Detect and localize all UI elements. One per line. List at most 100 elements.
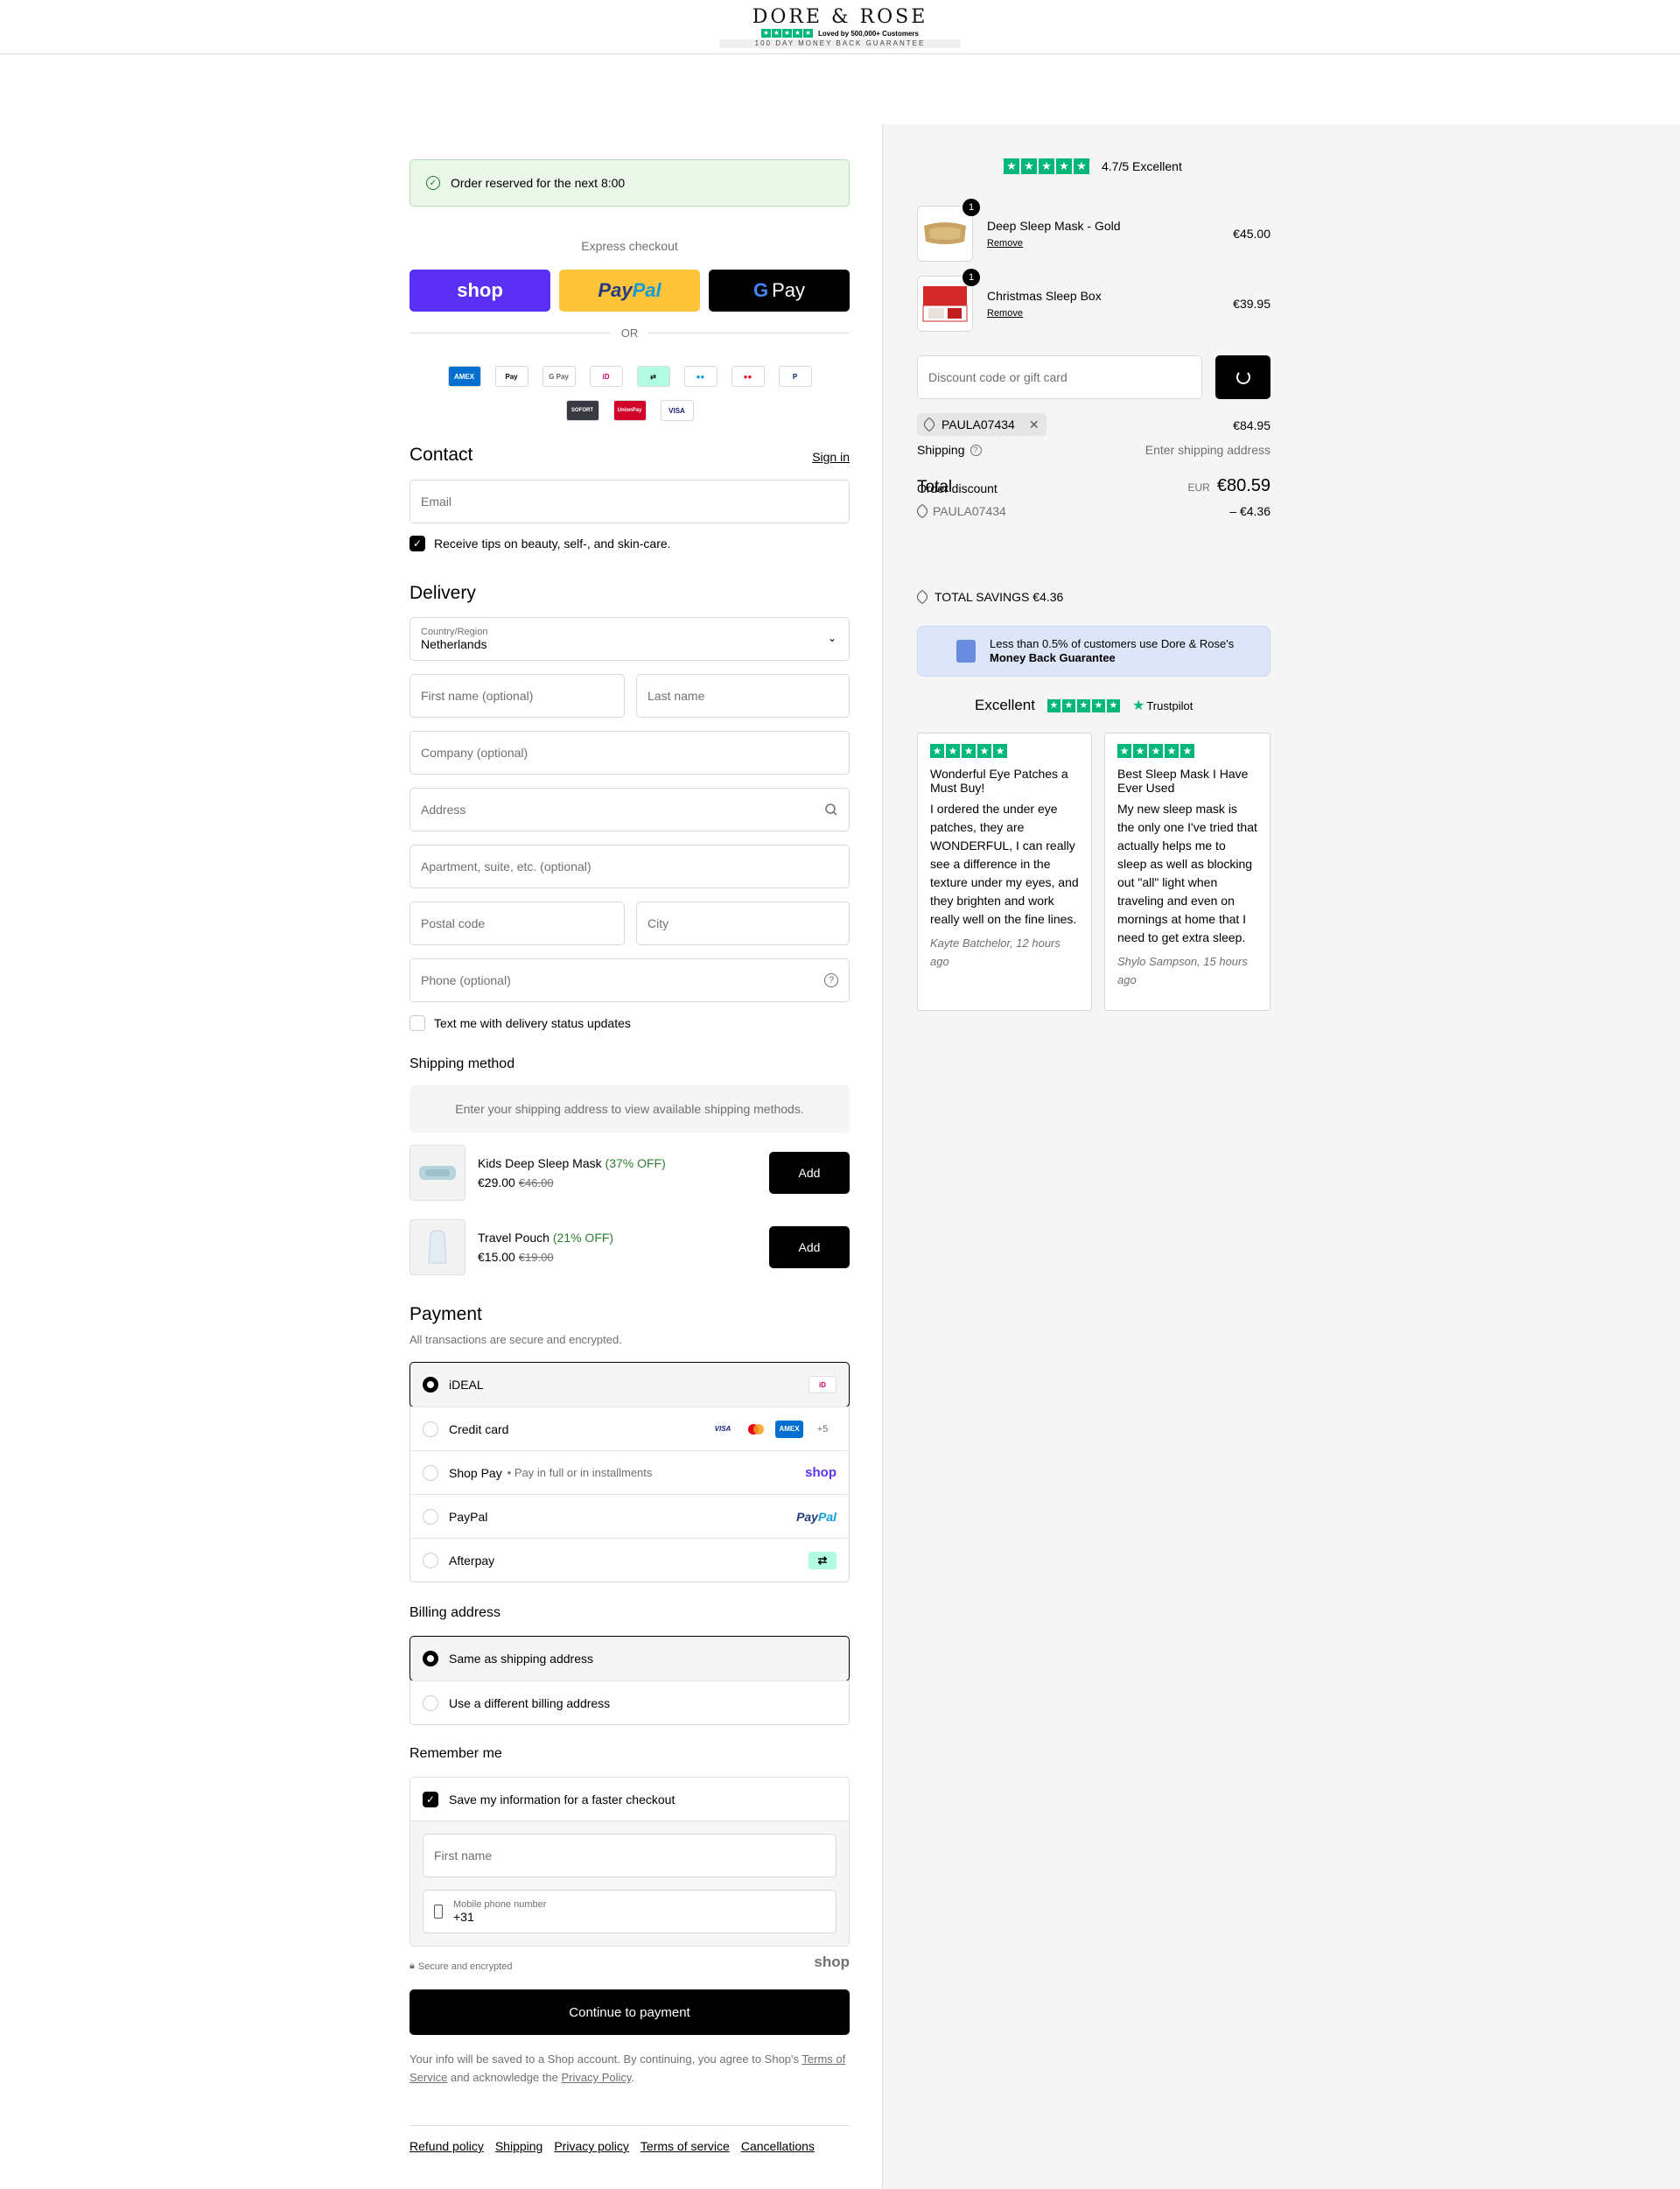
- cart-item-price: €39.95: [1233, 297, 1270, 311]
- review-body: I ordered the under eye patches, they ar…: [930, 802, 1079, 926]
- footer-links: Refund policy Shipping Privacy policy Te…: [410, 2139, 815, 2153]
- first-name-field[interactable]: First name (optional): [410, 674, 625, 718]
- radio-unselected[interactable]: [423, 1464, 438, 1481]
- trustpilot-stars: ★ ★ ★ ★ ★: [1046, 698, 1120, 712]
- apple-pay-icon: Pay: [494, 366, 528, 387]
- paypal-button[interactable]: Pay Pal: [559, 270, 700, 312]
- last-name-field[interactable]: Last name: [636, 674, 850, 718]
- company-field[interactable]: Company (optional): [410, 731, 850, 775]
- radio-selected[interactable]: [423, 1377, 438, 1393]
- google-icon: G: [752, 279, 769, 301]
- city-field[interactable]: City: [636, 902, 850, 945]
- billing-address-title: Billing address: [410, 1605, 501, 1620]
- help-icon[interactable]: ?: [970, 444, 982, 456]
- review-author: Kayte Batchelor, 12 hours ago: [930, 937, 1060, 968]
- upsell-price: €29.00: [478, 1175, 515, 1189]
- shopping-bag-icon: [956, 640, 976, 663]
- reservation-text: Order reserved for the next 8:00: [451, 176, 626, 190]
- add-upsell-button[interactable]: Add: [769, 1226, 850, 1268]
- payment-subtitle: All transactions are secure and encrypte…: [410, 1333, 622, 1346]
- address-field[interactable]: Address: [410, 788, 850, 831]
- cancellations-link[interactable]: Cancellations: [741, 2139, 815, 2153]
- google-pay-button[interactable]: G Pay: [709, 270, 850, 312]
- payment-title: Payment: [410, 1304, 482, 1324]
- secure-note: 🔒︎ Secure and encrypted: [410, 1961, 513, 1972]
- sms-opt-in[interactable]: Text me with delivery status updates: [410, 1015, 631, 1031]
- review-title: Best Sleep Mask I Have Ever Used: [1117, 767, 1249, 795]
- afterpay-icon: ⇄: [808, 1551, 836, 1569]
- save-info-option[interactable]: ✓ Save my information for a faster check…: [410, 1778, 849, 1821]
- shop-pay-button[interactable]: shop: [410, 270, 550, 312]
- checkbox-checked[interactable]: ✓: [423, 1791, 438, 1807]
- billing-different-option[interactable]: Use a different billing address: [410, 1680, 849, 1724]
- discount-code-line: PAULA07434: [914, 503, 1006, 519]
- radio-unselected[interactable]: [423, 1552, 438, 1568]
- checkbox-checked[interactable]: ✓: [410, 536, 425, 551]
- subtotal-value: €84.95: [1233, 418, 1270, 432]
- payment-option-shop-pay[interactable]: Shop Pay • Pay in full or in installment…: [410, 1450, 849, 1494]
- footer-divider: [410, 2125, 850, 2126]
- apply-discount-button[interactable]: [1215, 355, 1270, 399]
- add-upsell-button[interactable]: Add: [769, 1152, 850, 1194]
- delivery-title: Delivery: [410, 583, 476, 603]
- email-field[interactable]: Email: [410, 480, 850, 523]
- upsell-item: Travel Pouch (21% OFF) €15.00 €19.00 Add: [410, 1219, 850, 1275]
- terms-of-service-footer-link[interactable]: Terms of service: [640, 2139, 730, 2153]
- or-divider: OR: [410, 326, 850, 340]
- phone-field[interactable]: Phone (optional) ?: [410, 958, 850, 1002]
- rating-text: 4.7/5 Excellent: [1102, 159, 1182, 173]
- remove-item-link[interactable]: Remove: [987, 308, 1233, 319]
- brand-logo[interactable]: DORE & ROSE ★ ★ ★ ★ ★ Loved by 500,000+ Cust…: [719, 7, 961, 48]
- billing-same-option[interactable]: Same as shipping address: [410, 1636, 850, 1681]
- marketing-opt-in[interactable]: ✓ Receive tips on beauty, self-, and ski…: [410, 536, 671, 551]
- sign-in-link[interactable]: Sign in: [812, 450, 850, 464]
- remember-first-name-field[interactable]: First name: [423, 1834, 836, 1877]
- currency-code: EUR: [1187, 481, 1210, 494]
- radio-unselected[interactable]: [423, 1421, 438, 1437]
- payment-option-credit-card[interactable]: Credit card VISA AMEX +5: [410, 1407, 849, 1450]
- review-card: ★ ★ ★ ★ ★ Best Sleep Mask I Have Ever Used M…: [1104, 733, 1270, 1011]
- visa-icon: VISA: [660, 400, 694, 421]
- total-amount: €80.59: [1216, 476, 1270, 495]
- remove-discount-icon[interactable]: ✕: [1029, 417, 1040, 432]
- upsell-discount: (37% OFF): [605, 1156, 666, 1170]
- afterpay-icon: ⇄: [636, 366, 670, 387]
- postal-code-field[interactable]: Postal code: [410, 902, 625, 945]
- order-discount-label: Order discount: [917, 481, 998, 495]
- accepted-payment-icons: AMEX Pay G Pay iD ⇄ ●● ●● P SOFORT UnionPay VISA: [410, 366, 850, 421]
- more-cards-count: +5: [816, 1423, 829, 1435]
- payment-option-paypal[interactable]: PayPal Pay Pal: [410, 1494, 849, 1538]
- country-select[interactable]: Country/Region Netherlands ⌄: [410, 617, 850, 661]
- privacy-policy-link[interactable]: Privacy Policy: [561, 2071, 631, 2084]
- continue-to-payment-button[interactable]: Continue to payment: [410, 1989, 850, 2035]
- trustpilot-rating: ★ ★ ★ ★ ★ 4.7/5 Excellent: [1004, 158, 1182, 174]
- privacy-policy-footer-link[interactable]: Privacy policy: [554, 2139, 629, 2153]
- mobile-phone-field[interactable]: Mobile phone number +31: [423, 1890, 836, 1933]
- shipping-policy-link[interactable]: Shipping: [495, 2139, 543, 2153]
- checkbox-unchecked[interactable]: [410, 1015, 425, 1031]
- payment-option-ideal[interactable]: iDEAL iD: [410, 1362, 850, 1407]
- trustpilot-logo: ★ Trustpilot: [1131, 698, 1194, 713]
- contact-title: Contact: [410, 445, 473, 465]
- help-icon[interactable]: ?: [824, 973, 838, 987]
- tag-icon: [914, 589, 930, 605]
- upsell-name: Kids Deep Sleep Mask: [478, 1156, 602, 1170]
- discount-code-field[interactable]: Discount code or gift card: [917, 355, 1202, 399]
- apartment-field[interactable]: Apartment, suite, etc. (optional): [410, 845, 850, 888]
- radio-unselected[interactable]: [423, 1694, 438, 1711]
- refund-policy-link[interactable]: Refund policy: [410, 2139, 484, 2153]
- mastercard-icon: ●●: [731, 366, 765, 387]
- total-value: EUR €80.59: [1187, 476, 1270, 496]
- google-pay-icon: G Pay: [542, 366, 576, 387]
- radio-selected[interactable]: [423, 1651, 438, 1666]
- loading-spinner-icon: [1236, 370, 1250, 384]
- upsell-discount: (21% OFF): [552, 1231, 614, 1245]
- remove-item-link[interactable]: Remove: [987, 238, 1233, 249]
- payment-option-afterpay[interactable]: Afterpay ⇄: [410, 1538, 849, 1582]
- visa-icon: VISA: [714, 1425, 732, 1433]
- check-circle-icon: ✓: [426, 176, 440, 190]
- radio-unselected[interactable]: [423, 1508, 438, 1525]
- shipping-label: Shipping ?: [917, 443, 982, 457]
- mobile-phone-icon: [434, 1905, 443, 1919]
- upsell-old-price: €46.00: [518, 1176, 554, 1189]
